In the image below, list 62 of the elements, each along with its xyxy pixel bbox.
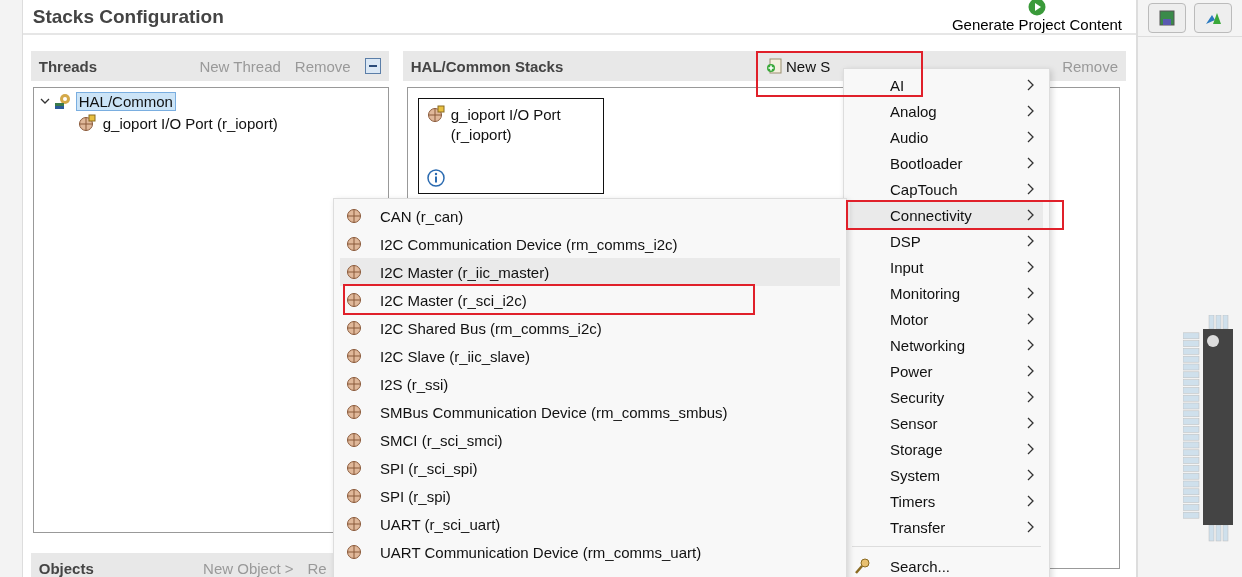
menu-item[interactable]: SPI (r_sci_spi) xyxy=(334,454,846,482)
menu-item[interactable]: Sensor xyxy=(844,410,1049,436)
menu-item[interactable]: Power xyxy=(844,358,1049,384)
collapse-icon[interactable] xyxy=(364,58,381,74)
module-icon xyxy=(346,320,362,336)
menu-item[interactable]: System xyxy=(844,462,1049,488)
search-icon xyxy=(854,557,872,575)
module-icon xyxy=(77,114,96,132)
menu-item[interactable]: DSP xyxy=(844,228,1049,254)
editor-title: Stacks Configuration xyxy=(32,6,224,28)
save-chip-button[interactable] xyxy=(1148,3,1186,33)
module-icon xyxy=(346,404,362,420)
menu-item[interactable]: SPI (r_spi) xyxy=(334,482,846,510)
module-icon xyxy=(346,348,362,364)
menu-item[interactable]: I2C Master (r_iic_master) xyxy=(340,258,840,286)
info-icon[interactable] xyxy=(426,169,445,187)
menu-item[interactable]: Analog xyxy=(844,98,1049,124)
add-document-icon xyxy=(765,58,782,74)
module-name: g_ioport I/O Port (r_ioport) xyxy=(450,105,562,145)
menu-item[interactable]: UART Communication Device (rm_comms_uart) xyxy=(334,538,846,566)
menu-item[interactable]: UART (r_sci_uart) xyxy=(334,510,846,538)
generate-button[interactable]: Generate Project Content xyxy=(951,0,1122,33)
module-icon xyxy=(346,376,362,392)
menu-item[interactable]: Connectivity xyxy=(850,202,1043,228)
tree-item[interactable]: g_ioport I/O Port (r_ioport) xyxy=(99,113,281,133)
module-icon xyxy=(346,544,362,560)
module-icon xyxy=(346,264,362,280)
menu-item[interactable]: Audio xyxy=(844,124,1049,150)
menu-item[interactable]: Security xyxy=(844,384,1049,410)
menu-item[interactable]: SMCI (r_sci_smci) xyxy=(334,426,846,454)
menu-item[interactable]: Monitoring xyxy=(844,280,1049,306)
menu-item[interactable]: I2C Shared Bus (rm_comms_i2c) xyxy=(334,314,846,342)
chevron-icon[interactable] xyxy=(39,96,50,106)
module-icon xyxy=(346,236,362,252)
chip-save-icon xyxy=(1158,9,1176,27)
menu-item[interactable]: Networking xyxy=(844,332,1049,358)
module-icon xyxy=(346,292,362,308)
menu-item[interactable]: CapTouch xyxy=(844,176,1049,202)
module-icon xyxy=(346,488,362,504)
menu-item[interactable]: Search... xyxy=(844,553,1049,577)
menu-item[interactable]: Input xyxy=(844,254,1049,280)
tree-item[interactable]: HAL/Common xyxy=(75,91,176,111)
menu-item[interactable]: I2C Communication Device (rm_comms_i2c) xyxy=(334,230,846,258)
menu-item[interactable]: I2C Slave (r_iic_slave) xyxy=(334,342,846,370)
menu-item[interactable]: Timers xyxy=(844,488,1049,514)
module-icon xyxy=(426,105,445,123)
menu-item[interactable]: Motor xyxy=(844,306,1049,332)
menu-item[interactable]: SMBus Communication Device (rm_comms_smbus) xyxy=(334,398,846,426)
new-stack-button[interactable]: New S xyxy=(765,57,831,75)
menu-item[interactable]: I2S (r_ssi) xyxy=(334,370,846,398)
module-icon xyxy=(346,208,362,224)
module-icon xyxy=(346,516,362,532)
module-card[interactable]: g_ioport I/O Port (r_ioport) xyxy=(417,98,604,194)
menu-item[interactable]: CAN (r_can) xyxy=(334,202,846,230)
menu-item[interactable]: Storage xyxy=(844,436,1049,462)
gear-stack-icon xyxy=(53,92,72,110)
module-icon xyxy=(346,432,362,448)
panel-header: Threads New Thread Remove xyxy=(30,51,389,81)
menu-item[interactable]: Bootloader xyxy=(844,150,1049,176)
menu-item[interactable]: Transfer xyxy=(844,514,1049,540)
chart-button[interactable] xyxy=(1194,3,1232,33)
module-icon xyxy=(346,460,362,476)
